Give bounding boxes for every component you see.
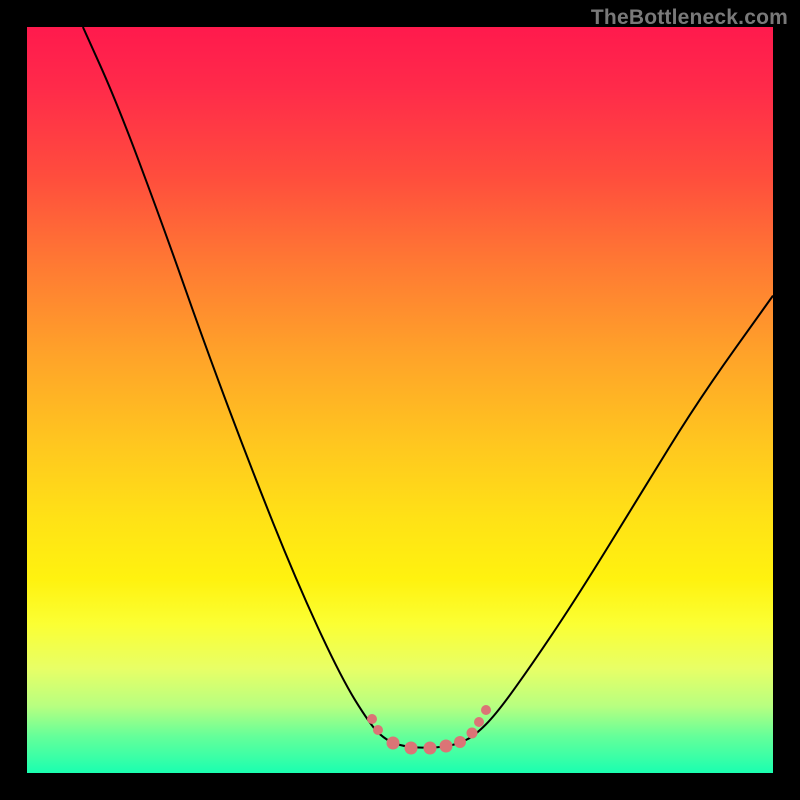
chart-frame: TheBottleneck.com [0,0,800,800]
watermark-text: TheBottleneck.com [591,6,788,30]
plot-area [27,27,773,773]
curve-path [83,27,773,748]
bottleneck-curve [27,27,773,773]
